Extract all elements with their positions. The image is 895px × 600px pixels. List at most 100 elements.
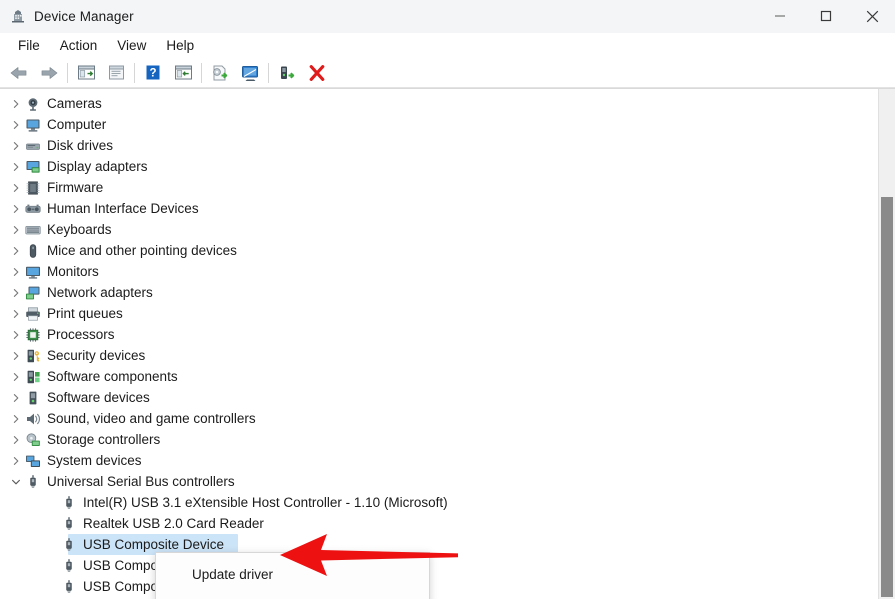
menu-action[interactable]: Action xyxy=(50,35,108,56)
chevron-right-icon[interactable] xyxy=(11,309,21,319)
tree-item-monitors[interactable]: Monitors xyxy=(0,261,879,282)
vertical-scrollbar[interactable] xyxy=(878,89,895,599)
tree-item-expander[interactable] xyxy=(8,366,24,387)
monitor-icon xyxy=(26,266,40,279)
chevron-right-icon[interactable] xyxy=(11,393,21,403)
tree-item-expander[interactable] xyxy=(8,156,24,177)
forward-button[interactable] xyxy=(34,60,64,86)
tree-item-label: Universal Serial Bus controllers xyxy=(47,474,235,489)
tree-item-processors[interactable]: Processors xyxy=(0,324,879,345)
tree-item-expander[interactable] xyxy=(8,93,24,114)
close-button[interactable] xyxy=(849,0,895,32)
tree-item-expander[interactable] xyxy=(8,429,24,450)
menu-view[interactable]: View xyxy=(107,35,156,56)
chevron-right-icon[interactable] xyxy=(11,183,21,193)
tree-item-realtek-usb-2-0-card-reader[interactable]: Realtek USB 2.0 Card Reader xyxy=(0,513,879,534)
tree-item-icon xyxy=(24,450,42,471)
tree-item-cameras[interactable]: Cameras xyxy=(0,93,879,114)
show-hide-action-pane-button[interactable] xyxy=(168,60,198,86)
tree-item-usb-composite-device[interactable]: USB Composite Device xyxy=(0,576,879,597)
tree-item-expander[interactable] xyxy=(8,345,24,366)
tree-item-expander[interactable] xyxy=(8,450,24,471)
tree-item-label: Monitors xyxy=(47,264,99,279)
tree-item-expander[interactable] xyxy=(8,177,24,198)
chevron-right-icon[interactable] xyxy=(11,435,21,445)
chevron-right-icon[interactable] xyxy=(11,204,21,214)
tree-item-expander[interactable] xyxy=(8,387,24,408)
chevron-right-icon[interactable] xyxy=(11,456,21,466)
update-driver-button[interactable] xyxy=(205,60,235,86)
chevron-right-icon[interactable] xyxy=(11,288,21,298)
scan-for-hardware-changes-button[interactable] xyxy=(235,60,265,86)
minimize-button[interactable] xyxy=(757,0,803,32)
chevron-right-icon[interactable] xyxy=(11,225,21,235)
tree-item-icon xyxy=(60,492,78,513)
tree-item-software-devices[interactable]: Software devices xyxy=(0,387,879,408)
tree-item-expander[interactable] xyxy=(8,219,24,240)
tree-item-icon xyxy=(60,576,78,597)
tree-item-expander[interactable] xyxy=(8,408,24,429)
tree-item-expander[interactable] xyxy=(8,240,24,261)
back-button[interactable] xyxy=(4,60,34,86)
tree-item-expander[interactable] xyxy=(8,198,24,219)
context-menu-item-uninstall-device[interactable]: Uninstall device xyxy=(156,589,429,600)
chevron-right-icon[interactable] xyxy=(11,267,21,277)
tree-item-firmware[interactable]: Firmware xyxy=(0,177,879,198)
tree-item-label: Display adapters xyxy=(47,159,148,174)
tree-item-human-interface-devices[interactable]: Human Interface Devices xyxy=(0,198,879,219)
chevron-right-icon[interactable] xyxy=(11,414,21,424)
tree-item-intel-r-usb-3-1-extensible-host-controll[interactable]: Intel(R) USB 3.1 eXtensible Host Control… xyxy=(0,492,879,513)
toolbar-separator-3 xyxy=(201,62,202,83)
show-hide-console-tree-button[interactable] xyxy=(71,60,101,86)
device-tree-panel: Cameras Computer Disk drives Display adapte… xyxy=(0,88,895,599)
chevron-right-icon[interactable] xyxy=(11,162,21,172)
tree-item-display-adapters[interactable]: Display adapters xyxy=(0,156,879,177)
tree-item-mice-and-other-pointing-devices[interactable]: Mice and other pointing devices xyxy=(0,240,879,261)
tree-item-expander xyxy=(44,513,60,534)
help-button[interactable]: ? xyxy=(138,60,168,86)
chevron-right-icon[interactable] xyxy=(11,99,21,109)
chevron-right-icon[interactable] xyxy=(11,351,21,361)
chevron-right-icon[interactable] xyxy=(11,372,21,382)
menu-help[interactable]: Help xyxy=(156,35,204,56)
tree-item-expander[interactable] xyxy=(8,471,24,492)
tree-item-usb-composite-device[interactable]: USB Composite Device xyxy=(0,534,879,555)
enable-device-button[interactable] xyxy=(272,60,302,86)
toolbar-separator-1 xyxy=(67,62,68,83)
tree-item-expander[interactable] xyxy=(8,114,24,135)
menu-file[interactable]: File xyxy=(8,35,50,56)
tree-item-expander[interactable] xyxy=(8,261,24,282)
tree-item-expander xyxy=(44,555,60,576)
chevron-right-icon[interactable] xyxy=(11,141,21,151)
tree-item-computer[interactable]: Computer xyxy=(0,114,879,135)
maximize-button[interactable] xyxy=(803,0,849,32)
context-menu-item-update-driver[interactable]: Update driver xyxy=(156,559,429,589)
tree-item-expander[interactable] xyxy=(8,135,24,156)
tree-item-print-queues[interactable]: Print queues xyxy=(0,303,879,324)
device-tree[interactable]: Cameras Computer Disk drives Display adapte… xyxy=(0,89,879,599)
tree-item-security-devices[interactable]: Security devices xyxy=(0,345,879,366)
properties-button[interactable] xyxy=(101,60,131,86)
chevron-right-icon[interactable] xyxy=(11,330,21,340)
tree-item-disk-drives[interactable]: Disk drives xyxy=(0,135,879,156)
tree-item-software-components[interactable]: Software components xyxy=(0,366,879,387)
chevron-right-icon[interactable] xyxy=(11,246,21,256)
tree-item-storage-controllers[interactable]: Storage controllers xyxy=(0,429,879,450)
uninstall-device-button[interactable] xyxy=(302,60,332,86)
tree-item-universal-serial-bus-controllers[interactable]: Universal Serial Bus controllers xyxy=(0,471,879,492)
tree-item-icon xyxy=(24,303,42,324)
tree-item-keyboards[interactable]: Keyboards xyxy=(0,219,879,240)
tree-item-system-devices[interactable]: System devices xyxy=(0,450,879,471)
tree-item-usb-composite-device[interactable]: USB Composite Device xyxy=(0,555,879,576)
tree-item-icon xyxy=(24,198,42,219)
tree-item-expander[interactable] xyxy=(8,282,24,303)
scrollbar-thumb[interactable] xyxy=(881,197,893,597)
usb-icon xyxy=(66,537,72,551)
context-menu[interactable]: Update driver Uninstall device xyxy=(155,552,430,599)
tree-item-expander[interactable] xyxy=(8,303,24,324)
chevron-down-icon[interactable] xyxy=(11,477,21,487)
tree-item-network-adapters[interactable]: Network adapters xyxy=(0,282,879,303)
chevron-right-icon[interactable] xyxy=(11,120,21,130)
tree-item-sound-video-and-game-controllers[interactable]: Sound, video and game controllers xyxy=(0,408,879,429)
tree-item-expander[interactable] xyxy=(8,324,24,345)
